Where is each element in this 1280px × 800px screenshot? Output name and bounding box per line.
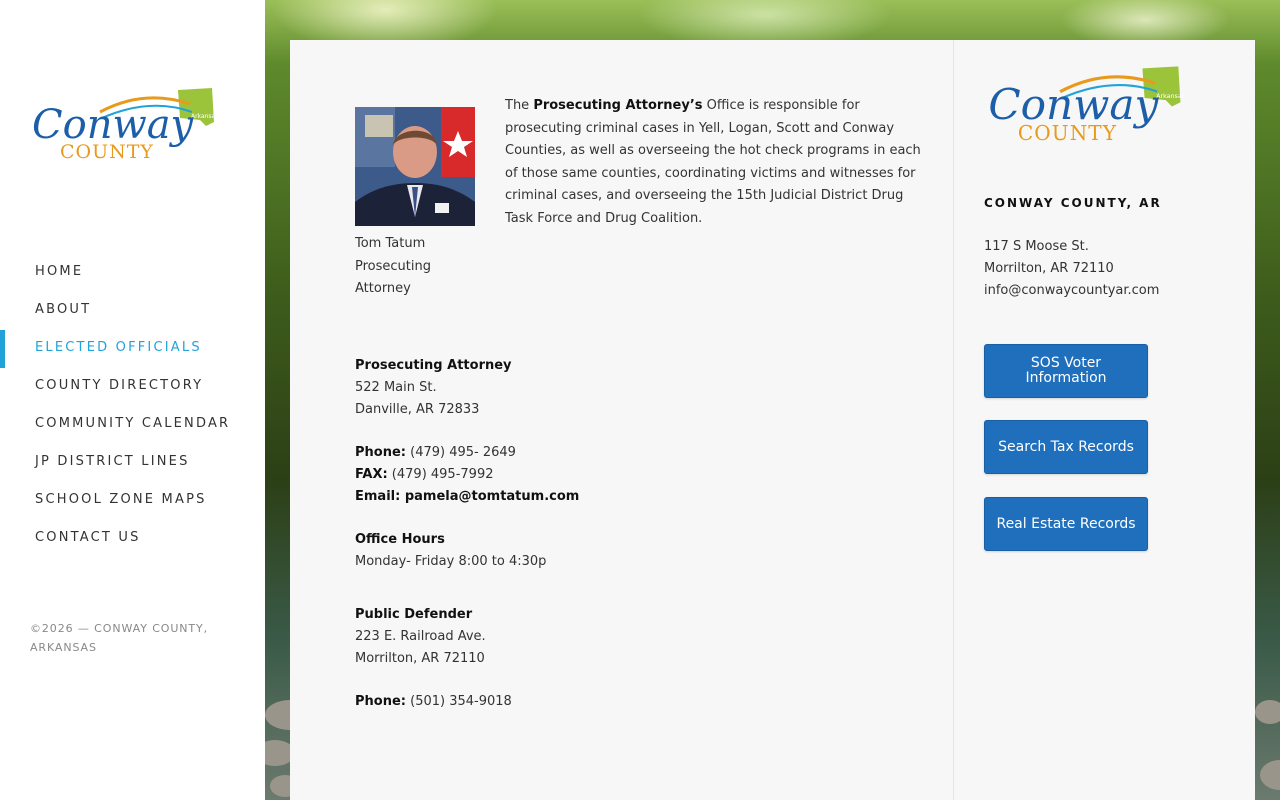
logo-tag-text: Arkansas <box>191 113 218 120</box>
real-estate-records-button[interactable]: Real Estate Records <box>984 497 1148 551</box>
nav-item-home[interactable]: HOME <box>0 254 265 292</box>
phone-label: Phone: <box>355 694 406 709</box>
conway-county-logo: Arkansas Conway COUNTY <box>32 88 218 163</box>
county-city: Morrilton, AR 72110 <box>984 261 1114 276</box>
defender-city: Morrilton, AR 72110 <box>355 651 485 666</box>
description-strong: Prosecuting Attorney’s <box>533 98 703 113</box>
search-tax-records-button[interactable]: Search Tax Records <box>984 420 1148 474</box>
defender-phone-line: Phone: (501) 354-9018 <box>355 691 512 713</box>
defender-street: 223 E. Railroad Ave. <box>355 629 486 644</box>
prosecutor-phone-line: Phone: (479) 495- 2649 <box>355 442 579 464</box>
phone-label: Phone: <box>355 445 406 460</box>
rock <box>1255 700 1280 724</box>
description-rest: Office is responsible for prosecuting cr… <box>505 98 921 226</box>
nav-link-contact-us[interactable]: CONTACT US <box>35 530 141 545</box>
prosecutor-email-line: Email: pamela@tomtatum.com <box>355 486 579 508</box>
nav-item-jp-district-lines[interactable]: JP DISTRICT LINES <box>0 444 265 482</box>
email-label: Email: <box>355 489 401 504</box>
official-portrait-image <box>355 107 475 226</box>
site-logo[interactable]: Arkansas Conway COUNTY <box>30 82 220 172</box>
nav-item-community-calendar[interactable]: COMMUNITY CALENDAR <box>0 406 265 444</box>
office-hours-block: Office Hours Monday- Friday 8:00 to 4:30… <box>355 529 546 573</box>
nav-item-elected-officials[interactable]: ELECTED OFFICIALS <box>0 330 265 368</box>
defender-phone[interactable]: (501) 354-9018 <box>406 694 512 709</box>
prosecutor-fax-line: FAX: (479) 495-7992 <box>355 464 579 486</box>
nav-item-about[interactable]: ABOUT <box>0 292 265 330</box>
rock <box>1260 760 1280 790</box>
prosecutor-city: Danville, AR 72833 <box>355 402 480 417</box>
office-hours-value: Monday- Friday 8:00 to 4:30p <box>355 554 547 569</box>
nav-link-home[interactable]: HOME <box>35 264 83 279</box>
nav-link-county-directory[interactable]: COUNTY DIRECTORY <box>35 378 203 393</box>
widget-title: CONWAY COUNTY, AR <box>984 196 1162 210</box>
logo-block-text: COUNTY <box>1018 121 1117 145</box>
sidebar: Arkansas Conway COUNTY HOME ABOUT ELECTE… <box>0 0 265 800</box>
description-lead: The <box>505 98 534 113</box>
office-hours-heading: Office Hours <box>355 532 445 547</box>
official-photo <box>355 107 475 226</box>
prosecutor-contact-block: Prosecuting Attorney 522 Main St. Danvil… <box>355 355 512 421</box>
county-address: 117 S Moose St. Morrilton, AR 72110 info… <box>984 236 1159 302</box>
main-nav: HOME ABOUT ELECTED OFFICIALS COUNTY DIRE… <box>0 254 265 558</box>
defender-phone-block: Phone: (501) 354-9018 <box>355 691 512 713</box>
nav-link-about[interactable]: ABOUT <box>35 302 91 317</box>
prosecutor-phones-block: Phone: (479) 495- 2649 FAX: (479) 495-79… <box>355 442 579 508</box>
public-defender-block: Public Defender 223 E. Railroad Ave. Mor… <box>355 604 486 670</box>
fax-label: FAX: <box>355 467 388 482</box>
office-description: The Prosecuting Attorney’s Office is res… <box>505 95 930 230</box>
logo-block-text: COUNTY <box>60 141 154 163</box>
copyright-text: ©2026 — CONWAY COUNTY, ARKANSAS <box>30 622 209 654</box>
nav-item-school-zone-maps[interactable]: SCHOOL ZONE MAPS <box>0 482 265 520</box>
conway-county-logo: Arkansas Conway COUNTY <box>988 66 1185 145</box>
nav-item-county-directory[interactable]: COUNTY DIRECTORY <box>0 368 265 406</box>
nav-link-jp-district-lines[interactable]: JP DISTRICT LINES <box>35 454 190 469</box>
county-email[interactable]: info@conwaycountyar.com <box>984 280 1159 302</box>
logo-tag-text: Arkansas <box>1156 93 1185 100</box>
prosecutor-phone[interactable]: (479) 495- 2649 <box>406 445 516 460</box>
prosecutor-fax: (479) 495-7992 <box>387 467 494 482</box>
prosecutor-heading: Prosecuting Attorney <box>355 358 512 373</box>
active-indicator <box>0 330 5 368</box>
photo-caption: Tom Tatum Prosecuting Attorney <box>355 236 431 296</box>
prosecutor-email[interactable]: pamela@tomtatum.com <box>400 489 580 504</box>
defender-heading: Public Defender <box>355 607 473 622</box>
nav-link-elected-officials[interactable]: ELECTED OFFICIALS <box>35 340 202 355</box>
prosecutor-street: 522 Main St. <box>355 380 437 395</box>
county-street: 117 S Moose St. <box>984 239 1089 254</box>
nav-link-school-zone-maps[interactable]: SCHOOL ZONE MAPS <box>35 492 207 507</box>
column-divider <box>953 40 954 800</box>
nav-item-contact-us[interactable]: CONTACT US <box>0 520 265 558</box>
sos-voter-information-button[interactable]: SOS Voter Information <box>984 344 1148 398</box>
widget-logo[interactable]: Arkansas Conway COUNTY <box>984 60 1189 155</box>
nav-link-community-calendar[interactable]: COMMUNITY CALENDAR <box>35 416 230 431</box>
